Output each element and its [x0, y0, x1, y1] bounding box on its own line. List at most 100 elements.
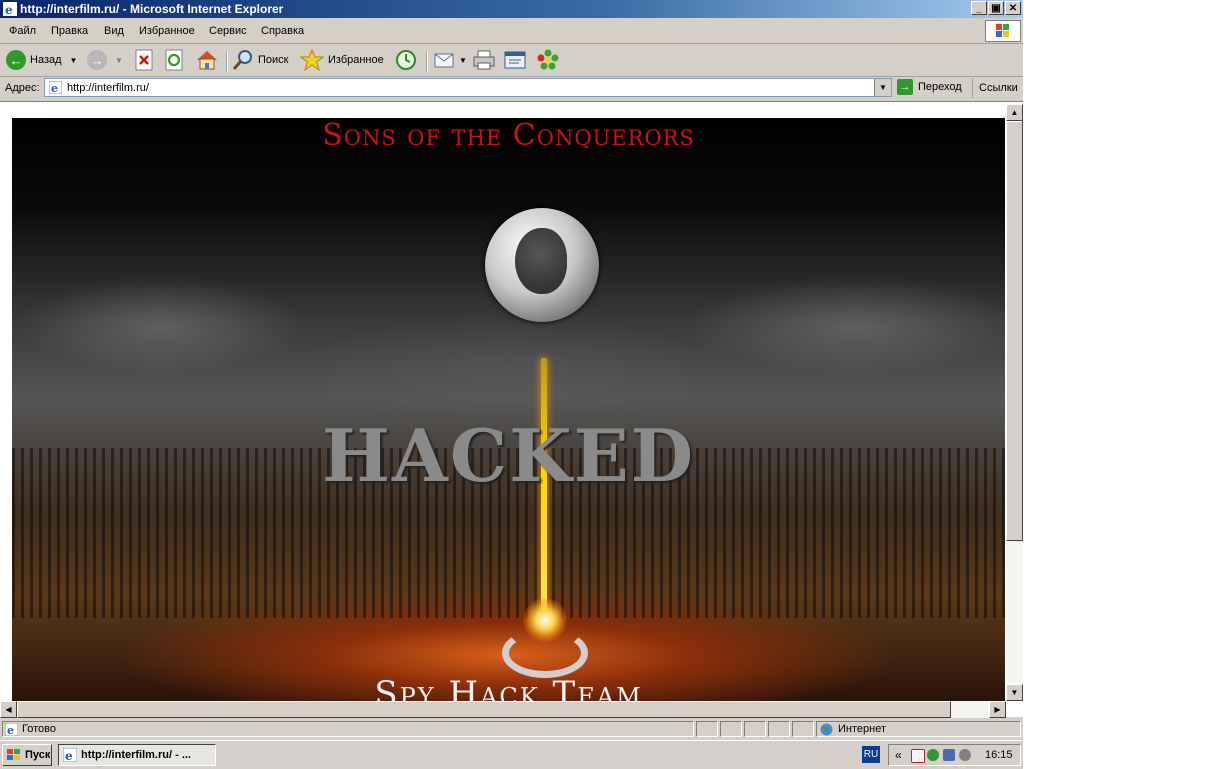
close-button[interactable]: ✕	[1005, 1, 1021, 15]
home-button[interactable]	[195, 48, 219, 72]
scroll-left-icon[interactable]: ◀	[0, 701, 17, 718]
ie-icon: e	[3, 2, 17, 16]
page-heading: Sons of the Conquerors	[322, 118, 695, 153]
scroll-up-icon[interactable]: ▲	[1006, 104, 1023, 121]
windows-logo	[985, 20, 1021, 42]
back-dropdown-icon[interactable]: ▼	[70, 56, 78, 65]
status-pane: e Готово	[2, 721, 694, 737]
mail-icon	[434, 53, 454, 68]
status-cell	[696, 721, 718, 737]
page-icon: e	[49, 81, 62, 94]
tray-expand-icon[interactable]: «	[895, 748, 902, 762]
search-icon	[232, 50, 252, 70]
forward-dropdown-icon[interactable]: ▼	[115, 56, 123, 65]
windows-flag-icon	[996, 24, 1009, 37]
status-cell	[768, 721, 790, 737]
team-text: Spy Hack Team	[374, 674, 643, 702]
address-bar: Адрес: e http://interfilm.ru/ ▼ → Перехо…	[0, 77, 1023, 99]
svg-text:e: e	[65, 749, 73, 762]
hacked-text: HACKED	[321, 413, 696, 498]
window-title: http://interfilm.ru/ - Microsoft Interne…	[20, 2, 284, 16]
clock[interactable]: 16:15	[985, 749, 1013, 761]
scroll-down-icon[interactable]: ▼	[1006, 684, 1023, 701]
favorites-button[interactable]: Избранное	[300, 48, 384, 72]
portrait-medallion	[485, 208, 599, 322]
start-label: Пуск	[25, 749, 51, 761]
address-url: http://interfilm.ru/	[67, 82, 149, 94]
status-bar: e Готово Интернет	[0, 719, 1023, 739]
forward-arrow-icon: →	[87, 50, 107, 70]
stop-icon	[135, 49, 153, 71]
status-cell	[720, 721, 742, 737]
history-button[interactable]	[395, 48, 417, 72]
print-button[interactable]	[472, 48, 496, 72]
svg-text:e: e	[5, 3, 13, 16]
favorites-star-icon	[300, 49, 324, 71]
toolbar: ← Назад ▼ → ▼ Поиск Избранное ▼	[0, 44, 1023, 77]
edit-page-icon	[504, 51, 526, 69]
mail-button[interactable]: ▼	[433, 48, 467, 72]
page-status-icon: e	[5, 723, 18, 736]
system-tray: « 16:15	[888, 744, 1021, 766]
edit-button[interactable]	[503, 48, 527, 72]
volume-icon[interactable]	[959, 749, 971, 761]
zone-pane: Интернет	[816, 721, 1021, 737]
go-arrow-icon: →	[897, 79, 913, 95]
defacement-image: Sons of the Conquerors HACKED Spy Hack T…	[12, 118, 1005, 702]
favorites-label: Избранное	[328, 54, 384, 66]
messenger-icon[interactable]	[927, 749, 939, 761]
start-button[interactable]: Пуск	[2, 744, 52, 766]
toolbar-separator	[226, 50, 227, 72]
svg-text:e: e	[7, 724, 14, 736]
address-dropdown-icon[interactable]: ▼	[874, 79, 891, 96]
mail-dropdown-icon[interactable]: ▼	[459, 56, 467, 65]
windows-flag-icon	[7, 749, 20, 760]
back-arrow-icon: ←	[6, 50, 26, 70]
history-icon	[396, 50, 416, 70]
horizontal-scrollbar[interactable]: ◀ ▶	[0, 701, 1006, 718]
globe-icon	[820, 723, 833, 736]
scroll-right-icon[interactable]: ▶	[989, 701, 1006, 718]
forward-button[interactable]: → ▼	[87, 48, 123, 72]
refresh-icon	[165, 49, 183, 71]
task-label: http://interfilm.ru/ - ...	[81, 749, 191, 761]
horizontal-scroll-thumb[interactable]	[17, 701, 951, 718]
svg-text:e: e	[51, 82, 58, 94]
vertical-scrollbar[interactable]: ▲ ▼	[1006, 104, 1023, 701]
taskbar-ie-task[interactable]: e http://interfilm.ru/ - ...	[58, 744, 216, 766]
address-input[interactable]: e http://interfilm.ru/ ▼	[44, 78, 892, 97]
status-cell	[792, 721, 814, 737]
menu-help[interactable]: Справка	[261, 25, 304, 37]
menu-edit[interactable]: Правка	[51, 25, 88, 37]
menu-bar: Файл Правка Вид Избранное Сервис Справка	[0, 19, 1023, 44]
taskbar: Пуск e http://interfilm.ru/ - ... RU « 1…	[0, 740, 1023, 769]
menu-favorites[interactable]: Избранное	[139, 25, 195, 37]
zone-text: Интернет	[838, 723, 886, 735]
search-label: Поиск	[258, 54, 289, 66]
links-button[interactable]: Ссылки	[972, 78, 1018, 98]
toolbar-separator	[426, 50, 427, 72]
network-icon[interactable]	[943, 749, 955, 761]
search-button[interactable]: Поиск	[232, 48, 288, 72]
menu-tools[interactable]: Сервис	[209, 25, 247, 37]
language-indicator[interactable]: RU	[862, 746, 880, 763]
restore-button[interactable]: ▣	[988, 1, 1004, 15]
minimize-button[interactable]: _	[971, 1, 987, 15]
icq-button[interactable]	[536, 48, 560, 72]
title-bar[interactable]: e http://interfilm.ru/ - Microsoft Inter…	[0, 0, 1023, 18]
go-label: Переход	[918, 81, 962, 93]
status-text: Готово	[22, 723, 56, 735]
stop-button[interactable]	[134, 48, 154, 72]
address-label: Адрес:	[5, 82, 40, 94]
ie-window: e http://interfilm.ru/ - Microsoft Inter…	[0, 0, 1023, 740]
menu-file[interactable]: Файл	[9, 25, 36, 37]
home-icon	[197, 51, 217, 70]
go-button[interactable]: → Переход	[897, 79, 962, 95]
refresh-button[interactable]	[164, 48, 184, 72]
vertical-scroll-thumb[interactable]	[1006, 121, 1023, 541]
network-disconnected-icon[interactable]	[911, 749, 925, 763]
back-button[interactable]: ← Назад ▼	[6, 48, 77, 72]
crescent-icon	[502, 628, 588, 678]
printer-icon	[473, 50, 495, 70]
menu-view[interactable]: Вид	[104, 25, 124, 37]
